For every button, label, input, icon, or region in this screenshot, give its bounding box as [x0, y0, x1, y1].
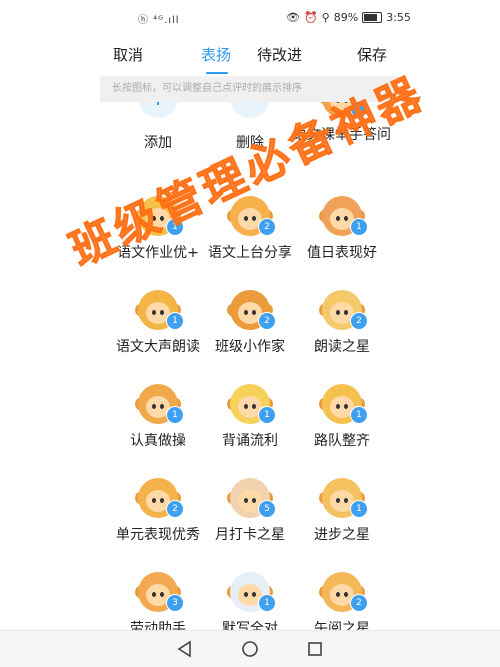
save-button[interactable]: 保存	[357, 44, 387, 65]
praise-item[interactable]: 1 值日表现好	[282, 196, 402, 286]
active-tab-indicator	[206, 72, 228, 74]
count-badge: 1	[166, 218, 184, 236]
status-right: 👁 ⏰ ⚲ 89% 3:55	[286, 11, 411, 24]
count-badge: 2	[258, 218, 276, 236]
count-badge: 3	[166, 594, 184, 612]
praise-item[interactable]: 2 午阅之星	[282, 572, 402, 630]
battery-icon	[362, 12, 383, 23]
back-triangle-icon[interactable]	[176, 640, 194, 658]
tab-to-improve[interactable]: 待改进	[257, 44, 302, 65]
count-badge: 2	[166, 500, 184, 518]
cancel-button[interactable]: 取消	[113, 44, 143, 65]
monkey-avatar-icon: 2	[227, 196, 276, 236]
eye-icon: 👁	[286, 11, 300, 24]
status-bar: ⓗ ⁴ᴳ.ıll 👁 ⏰ ⚲ 89% 3:55	[0, 0, 500, 34]
count-badge: 1	[350, 218, 368, 236]
sort-hint: 长按图标，可以调整自己点评时的展示排序	[100, 76, 400, 102]
count-badge: 1	[350, 500, 368, 518]
praise-item[interactable]: 2 朗读之星	[282, 290, 402, 380]
monkey-avatar-icon: 1	[135, 384, 184, 424]
count-badge: 1	[166, 406, 184, 424]
monkey-avatar-icon: 1	[227, 384, 276, 424]
location-icon: ⚲	[321, 11, 330, 24]
monkey-avatar-icon: 1	[319, 102, 368, 118]
battery-percent: 89%	[333, 11, 359, 24]
praise-grid: + 添加 − 删除 1语文课举手答问1语文作业优+2语文上台分享1值日表现好1语…	[0, 102, 500, 630]
praise-item-label: 值日表现好	[307, 245, 377, 261]
count-badge: 1	[350, 406, 368, 424]
monkey-avatar-icon: 2	[319, 572, 368, 612]
monkey-avatar-icon: 1	[319, 384, 368, 424]
count-badge: 2	[258, 312, 276, 330]
monkey-avatar-icon: 1	[319, 196, 368, 236]
count-badge: 1	[258, 594, 276, 612]
praise-item[interactable]: 1 进步之星	[282, 478, 402, 568]
alarm-icon: ⏰	[303, 11, 318, 24]
monkey-avatar-icon: 1	[319, 478, 368, 518]
praise-item-label: 路队整齐	[314, 433, 370, 449]
count-badge: 1	[258, 406, 276, 424]
monkey-avatar-icon: 1	[135, 290, 184, 330]
minus-icon[interactable]: −	[230, 102, 270, 118]
recents-square-icon[interactable]	[306, 640, 324, 658]
praise-item-label: 进步之星	[314, 527, 370, 543]
monkey-avatar-icon: 1	[227, 572, 276, 612]
praise-item-label: 朗读之星	[314, 339, 370, 355]
count-badge: 2	[350, 594, 368, 612]
praise-item[interactable]: 1 语文课举手答问	[282, 102, 402, 192]
praise-item-label: 语文课举手答问	[293, 127, 391, 143]
add-icon[interactable]: +	[138, 102, 178, 118]
count-badge: 5	[258, 500, 276, 518]
praise-item[interactable]: 1 路队整齐	[282, 384, 402, 474]
top-nav: 取消 表扬 待改进 保存	[0, 34, 500, 74]
home-circle-icon[interactable]	[241, 640, 259, 658]
monkey-avatar-icon: 5	[227, 478, 276, 518]
count-badge: 1	[350, 102, 368, 118]
system-nav-bar	[0, 630, 500, 667]
count-badge: 1	[166, 312, 184, 330]
count-badge: 2	[350, 312, 368, 330]
tab-praise[interactable]: 表扬	[201, 44, 231, 65]
monkey-avatar-icon: 3	[135, 572, 184, 612]
praise-item-label: 午阅之星	[314, 621, 370, 630]
monkey-avatar-icon: 1	[135, 196, 184, 236]
monkey-avatar-icon: 2	[227, 290, 276, 330]
signal-icon: ⓗ ⁴ᴳ.ıll	[138, 15, 180, 26]
monkey-avatar-icon: 2	[135, 478, 184, 518]
monkey-avatar-icon: 2	[319, 290, 368, 330]
clock: 3:55	[386, 11, 411, 24]
